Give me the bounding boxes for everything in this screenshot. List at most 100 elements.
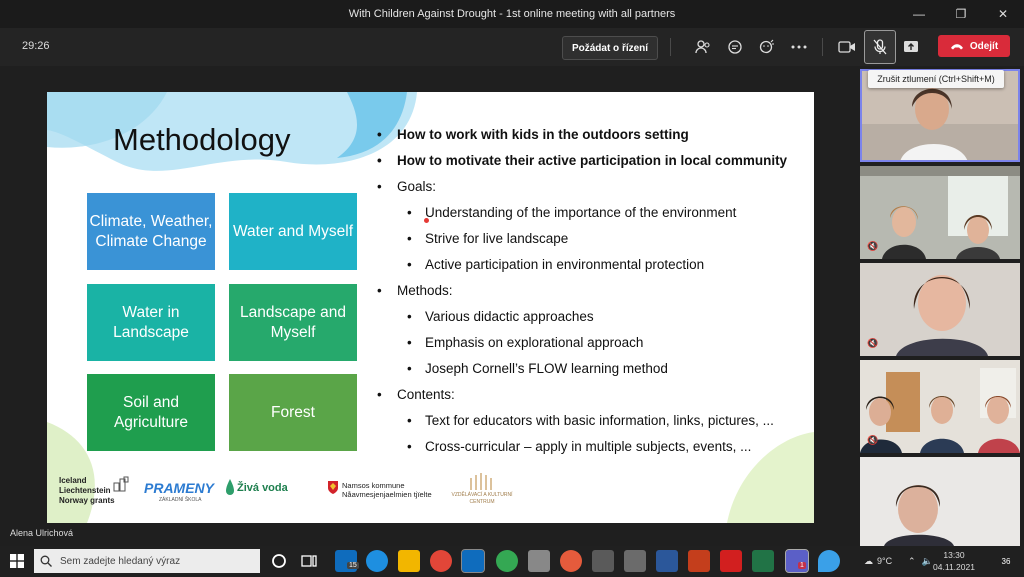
file-explorer-icon[interactable] — [398, 550, 420, 572]
microphone-toggle[interactable] — [864, 30, 896, 64]
pinned-app-icon[interactable] — [818, 550, 840, 572]
powerpoint-app-icon[interactable] — [688, 550, 710, 572]
bullet-item: How to work with kids in the outdoors se… — [377, 125, 807, 151]
windows-taskbar: Sem zadejte hledaný výraz 15 1 ☁ 9°C ⌃ 🔈… — [0, 546, 1024, 576]
photos-app-icon[interactable] — [560, 550, 582, 572]
bullet-item: How to motivate their active participati… — [377, 151, 807, 177]
presentation-slide: Methodology Climate, Weather, Climate Ch… — [47, 92, 814, 523]
partner-logos: Iceland Liechtenstein Norway grants PRAM… — [59, 472, 559, 518]
topic-tile: Water in Landscape — [87, 284, 215, 361]
excel-app-icon[interactable] — [752, 550, 774, 572]
participant-video-tile[interactable] — [860, 457, 1020, 546]
grants-mark-icon — [113, 476, 129, 492]
notification-count: 36 — [1001, 556, 1011, 566]
centrum-logo-text: VZDĚLÁVACÍ A KULTURNÍ CENTRUM — [451, 492, 513, 505]
topic-tile: Water and Myself — [229, 193, 357, 270]
participant-video-frame — [860, 166, 1020, 259]
notification-center-button[interactable]: 36 — [994, 551, 1018, 571]
participant-video-tile[interactable]: 🔇 — [860, 166, 1020, 259]
bullet-item: Goals: — [377, 177, 807, 203]
mic-tooltip: Zrušit ztlumení (Ctrl+Shift+M) — [868, 70, 1004, 88]
teams-badge: 1 — [798, 562, 806, 569]
bullet-subitem: Text for educators with basic informatio… — [377, 411, 807, 437]
edge-browser-icon[interactable] — [366, 550, 388, 572]
close-icon[interactable]: ✕ — [982, 0, 1024, 28]
acrobat-app-icon[interactable] — [720, 550, 742, 572]
bullet-item: Contents: — [377, 385, 807, 411]
prameny-subtitle: ZÁKLADNÍ ŠKOLA — [159, 497, 202, 503]
bullet-subitem: Active participation in environmental pr… — [377, 255, 807, 281]
window-title: With Children Against Drought - 1st onli… — [348, 8, 676, 20]
topic-tile: Landscape and Myself — [229, 284, 357, 361]
clock-date: 04.11.2021 — [933, 562, 975, 572]
reactions-icon[interactable] — [756, 37, 778, 57]
cortana-icon[interactable] — [268, 550, 290, 572]
topic-tile: Forest — [229, 374, 357, 451]
participant-video-frame — [860, 360, 1020, 453]
store-app-icon[interactable] — [528, 550, 550, 572]
windows-start-button[interactable] — [4, 549, 30, 573]
chevron-up-icon[interactable]: ⌃ — [908, 556, 916, 567]
request-control-button[interactable]: Požádat o řízení — [562, 36, 658, 60]
participant-video-tile[interactable]: 🔇 — [860, 360, 1020, 453]
share-screen-icon[interactable] — [900, 37, 922, 57]
chat-icon[interactable] — [724, 37, 746, 57]
weather-widget[interactable]: ☁ 9°C — [864, 546, 892, 576]
topic-tile: Soil and Agriculture — [87, 374, 215, 451]
snipping-tool-icon[interactable] — [592, 550, 614, 572]
centrum-logo-mark — [470, 473, 492, 490]
word-app-icon[interactable] — [656, 550, 678, 572]
mic-off-icon: 🔇 — [867, 240, 879, 251]
toolbar-divider — [670, 38, 671, 56]
bullet-subitem: Strive for live landscape — [377, 229, 807, 255]
maximize-icon[interactable]: ❐ — [940, 0, 982, 28]
bullet-subitem: Understanding of the importance of the e… — [377, 203, 807, 229]
meeting-timer: 29:26 — [22, 40, 50, 52]
qgis-app-icon[interactable] — [496, 550, 518, 572]
camera-icon[interactable] — [836, 37, 858, 57]
leave-label: Odejít — [969, 40, 999, 52]
ziva-voda-logo: Živá voda — [237, 482, 288, 494]
participants-icon[interactable] — [692, 37, 714, 57]
search-placeholder: Sem zadejte hledaný výraz — [60, 555, 181, 567]
leave-button[interactable]: Odejít — [938, 35, 1010, 57]
task-view-icon[interactable] — [298, 550, 320, 572]
mic-off-icon: 🔇 — [867, 337, 879, 348]
temperature-text: 9°C — [877, 556, 893, 566]
bullet-subitem: Emphasis on explorational approach — [377, 333, 807, 359]
namsos-logo: Namsos kommune Nåavmesjenjaelmien tjïelt… — [342, 481, 432, 499]
mic-off-icon — [873, 39, 887, 55]
bullet-subitem: Various didactic approaches — [377, 307, 807, 333]
topic-tile: Climate, Weather, Climate Change — [87, 193, 215, 270]
laser-pointer-dot — [424, 218, 429, 223]
cloud-icon: ☁ — [864, 555, 873, 566]
clock-time: 13:30 — [943, 550, 965, 560]
bullet-item: Methods: — [377, 281, 807, 307]
more-options-icon[interactable] — [788, 37, 810, 57]
bullet-subitem: Cross-curricular – apply in multiple sub… — [377, 437, 807, 463]
namsos-shield-icon — [328, 481, 338, 494]
taskbar-clock[interactable]: 13:30 04.11.2021 — [928, 549, 980, 573]
chrome-browser-icon[interactable] — [430, 550, 452, 572]
water-drop-icon — [226, 479, 234, 495]
iceland-norway-grants-logo: Iceland Liechtenstein Norway grants — [59, 476, 115, 505]
outlook-app-icon[interactable] — [461, 549, 485, 573]
phone-hangup-icon — [950, 43, 963, 49]
slide-bullet-list: How to work with kids in the outdoors se… — [377, 125, 807, 463]
search-icon — [40, 555, 52, 567]
taskbar-search-box[interactable]: Sem zadejte hledaný výraz — [34, 549, 260, 573]
prameny-logo: PRAMENY — [144, 480, 215, 496]
participant-video-tile[interactable]: 🔇 — [860, 263, 1020, 356]
window-titlebar: With Children Against Drought - 1st onli… — [0, 0, 1024, 28]
presenter-name-label: Alena Ulrichová — [10, 528, 74, 538]
bullet-subitem: Joseph Cornell’s FLOW learning method — [377, 359, 807, 385]
calculator-icon[interactable] — [624, 550, 646, 572]
windows-logo-icon — [10, 554, 24, 568]
minimize-icon[interactable]: — — [898, 0, 940, 28]
toolbar-divider — [822, 38, 823, 56]
mail-badge: 15 — [347, 562, 359, 569]
mic-off-icon: 🔇 — [867, 434, 879, 445]
participant-video-frame — [860, 457, 1020, 546]
window-controls: — ❐ ✕ — [898, 0, 1024, 28]
slide-title: Methodology — [113, 122, 291, 157]
